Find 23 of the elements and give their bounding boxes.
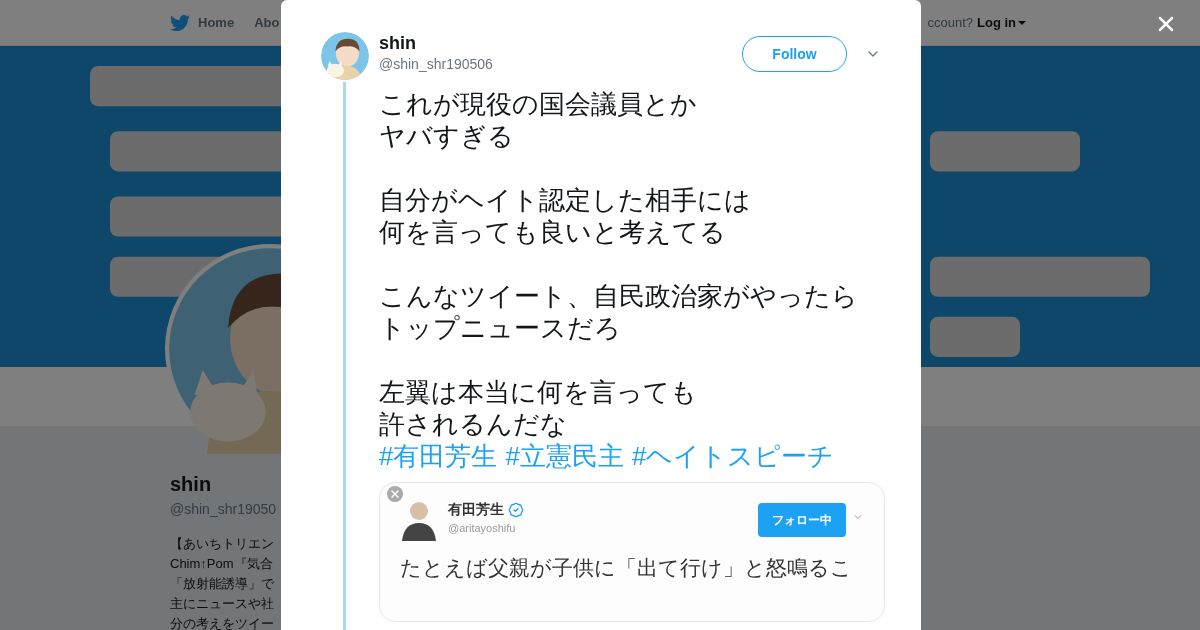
screenshot-text: たとえば父親が子供に「出て行け」と怒鳴るこ bbox=[399, 555, 853, 581]
bio-line: 【あいちトリエン bbox=[170, 535, 274, 553]
nav-link[interactable]: Home bbox=[170, 12, 235, 33]
profile-handle: @shin_shr19050 bbox=[170, 500, 277, 519]
login-link[interactable]: Log in bbox=[977, 12, 1026, 33]
screenshot-author-name: 有田芳生 bbox=[448, 500, 504, 519]
caret-icon bbox=[1018, 20, 1026, 25]
person-figure bbox=[400, 499, 438, 541]
tweet-text-line: 許されるんだな bbox=[379, 408, 567, 440]
screenshot-author-handle: @aritayoshifu bbox=[448, 521, 517, 536]
close-icon bbox=[387, 486, 403, 502]
bio-line: Chim↑Pom『気合 bbox=[170, 555, 273, 573]
hashtag-link[interactable]: #立憲民主 bbox=[505, 440, 624, 472]
bio-line: 主にニュースや社 bbox=[170, 595, 274, 613]
hashtag-link[interactable]: #ヘイトスピーチ bbox=[631, 440, 835, 472]
hashtag-link[interactable]: #有田芳生 bbox=[379, 440, 498, 472]
tweet-text-line: 左翼は本当に何を言っても bbox=[379, 376, 697, 408]
login-prompt: ccount? bbox=[927, 13, 973, 32]
profile-name: shin bbox=[170, 472, 212, 496]
bird-icon bbox=[170, 12, 190, 33]
bio-line: 分の考えをツイー bbox=[170, 615, 274, 630]
nav-link[interactable]: Abo bbox=[254, 12, 280, 33]
bio-line: 「放射能誘導」で bbox=[170, 575, 274, 593]
